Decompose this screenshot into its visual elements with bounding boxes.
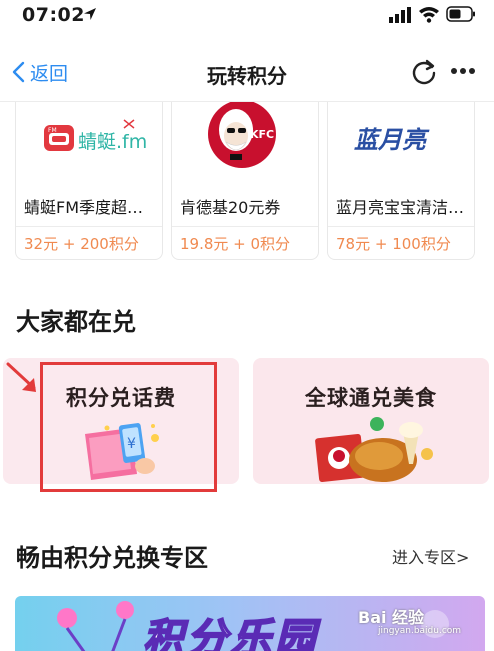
refresh-icon[interactable] [410,58,438,86]
watermark-logo: Bai 经验 [358,608,425,627]
divider [172,226,318,227]
status-bar: 07:02 [0,0,494,36]
divider [328,226,474,227]
lanyueliang-logo: 蓝月亮 [354,125,430,154]
qingting-logo-text: 蜻蜓.fm [78,131,147,153]
product-price: 78元 + 100积分 [336,235,451,253]
kfc-logo-text: KFC [250,128,274,141]
wifi-icon [419,7,439,23]
product-card[interactable]: KFC 肯德基20元券 19.8元 + 0积分 [171,102,319,260]
nav-bar: 返回 玩转积分 [0,40,494,102]
tile-label: 全球通兑美食 [305,385,437,410]
section-title-exchange-zone: 畅由积分兑换专区 [16,544,208,572]
section-title-popular: 大家都在兑 [16,308,136,336]
divider [16,226,162,227]
battery-icon [446,6,475,22]
food-illustration [315,417,433,482]
product-name: 肯德基20元券 [180,198,281,217]
pointer-arrow-icon [6,362,36,392]
svg-text:FM: FM [48,127,57,134]
product-name: 蓝月亮宝宝清洁… [336,198,465,217]
watermark-url: jingyan.baidu.com [378,626,462,636]
enter-zone-link[interactable]: 进入专区> [392,544,469,568]
product-name: 蜻蜓FM季度超… [24,198,144,217]
status-time: 07:02 [22,4,85,26]
lanyueliang-logo-text: 蓝月亮 [354,125,430,154]
more-icon[interactable] [450,66,476,76]
product-card[interactable]: FM 蜻蜓.fm 蜻蜓FM季度超… 32元 + 200积分 [15,102,163,260]
product-card[interactable]: 蓝月亮 蓝月亮宝宝清洁… 78元 + 100积分 [327,102,475,260]
location-arrow-icon [84,8,96,20]
highlight-box [40,362,217,492]
product-list: FM 蜻蜓.fm 蜻蜓FM季度超… 32元 + 200积分 KFC 肯德基20元… [15,102,485,262]
qingting-fm-logo: FM 蜻蜓.fm [44,119,147,153]
banner-text: 积分乐园 [142,615,319,651]
product-price: 19.8元 + 0积分 [180,235,291,253]
kfc-logo: KFC [208,102,276,168]
cellular-signal-icon [389,7,411,23]
tile-global-food[interactable]: 全球通兑美食 [253,358,489,484]
product-price: 32元 + 200积分 [24,235,139,253]
